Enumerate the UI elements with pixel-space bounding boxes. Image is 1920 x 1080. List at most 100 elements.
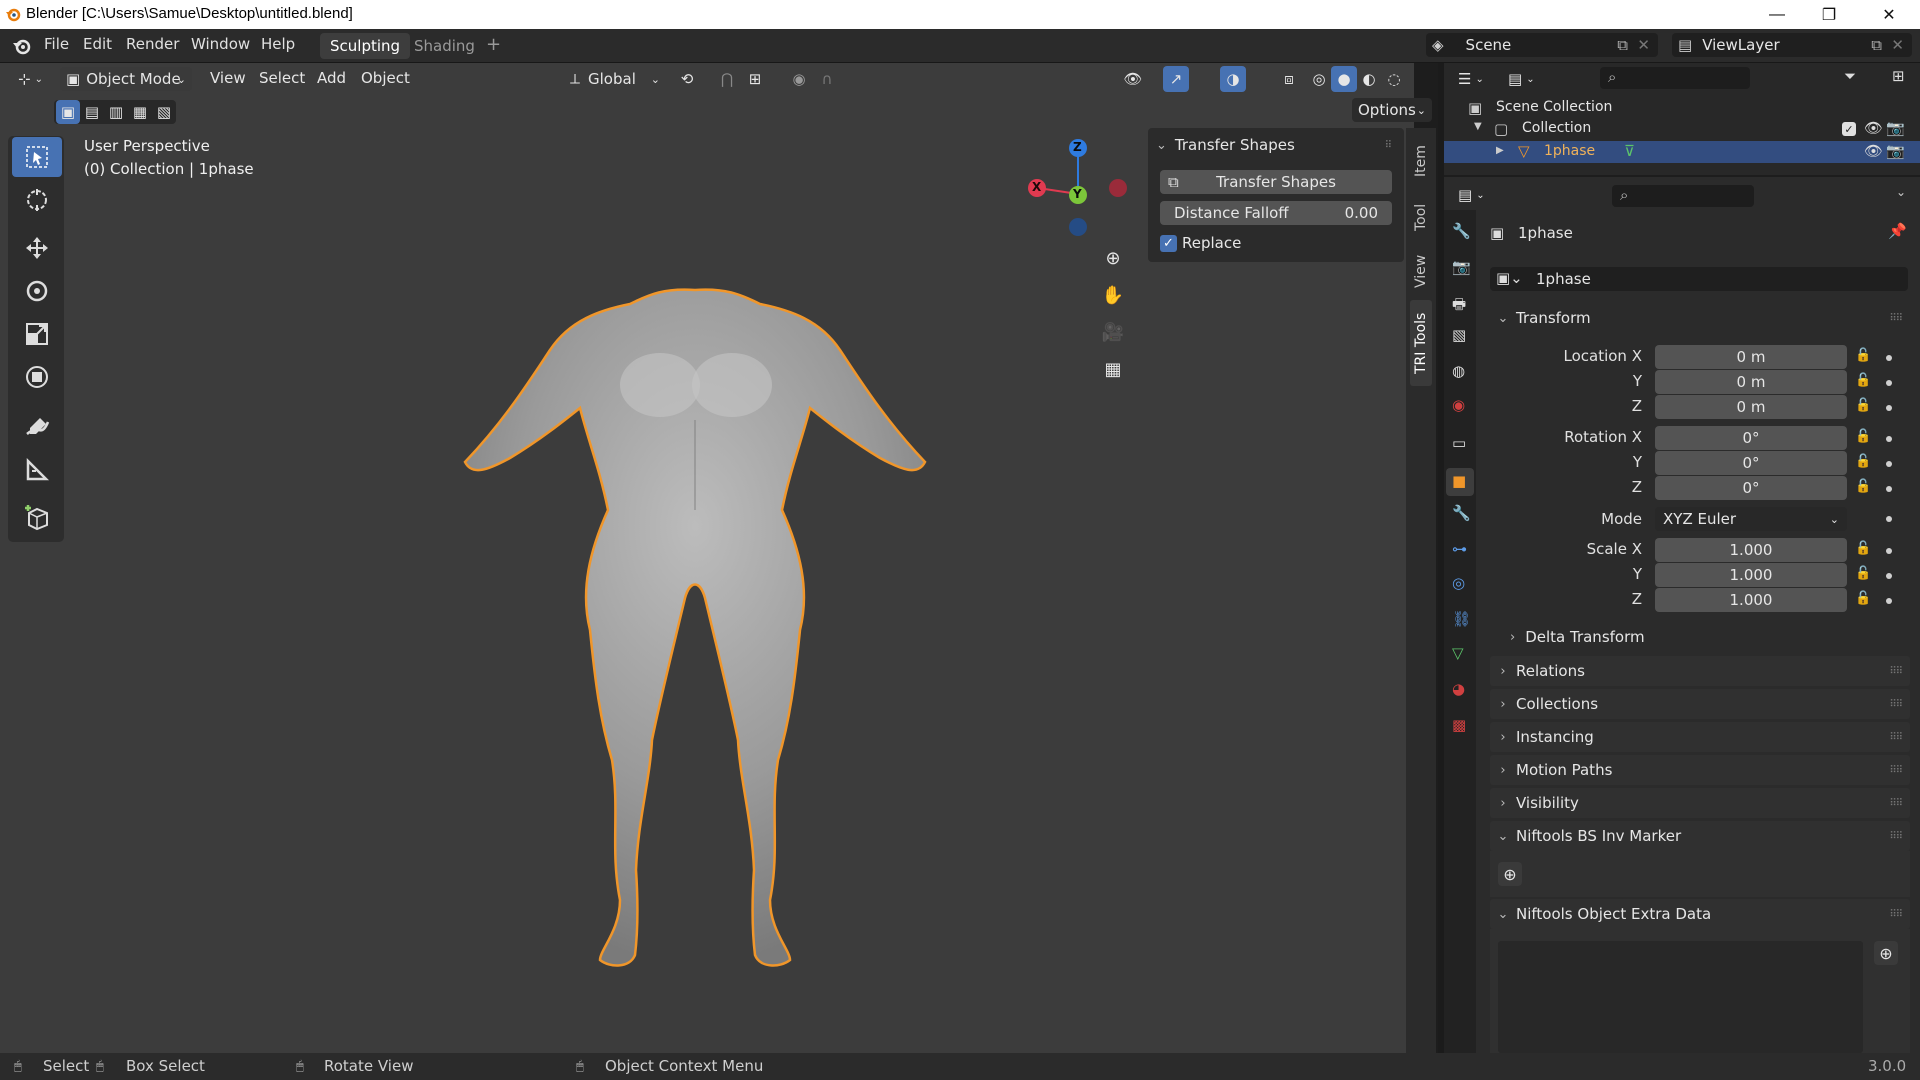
overlay-toggle-icon[interactable]: ◑ <box>1220 66 1246 92</box>
menu-window[interactable]: Window <box>191 35 250 53</box>
replace-checkbox[interactable]: ✓ <box>1160 235 1177 252</box>
outliner-editor-type[interactable]: ☰ ⌄ <box>1452 67 1494 91</box>
select-extend-icon[interactable]: ▤ <box>80 100 104 124</box>
drag-grip-icon[interactable]: ⠿⠿ <box>1889 909 1903 920</box>
editor-type-dropdown[interactable]: ⊹ ⌄ <box>12 67 52 91</box>
collection-label[interactable]: Collection <box>1522 120 1591 136</box>
xray-icon[interactable]: ⧈ <box>1276 66 1302 92</box>
pan-hand-icon[interactable]: ✋ <box>1098 280 1128 310</box>
keyframe-dot-icon[interactable] <box>1886 598 1892 604</box>
properties-editor-type[interactable]: ▤ ⌄ <box>1452 183 1494 207</box>
pivot-point-icon[interactable]: ⟲ <box>674 66 700 92</box>
keyframe-dot-icon[interactable] <box>1886 516 1892 522</box>
blender-menu-icon[interactable] <box>12 36 32 56</box>
instancing-section[interactable]: › Instancing ⠿⠿ <box>1490 722 1910 752</box>
expand-collection-icon[interactable]: ▼ <box>1474 121 1482 132</box>
lock-icon[interactable]: 🔓 <box>1855 348 1871 363</box>
collection-exclude-checkbox[interactable]: ✓ <box>1842 122 1856 136</box>
select-intersect-icon[interactable]: ▧ <box>152 100 176 124</box>
location-x-field[interactable]: 0 m <box>1655 345 1847 369</box>
gizmo-toggle-icon[interactable]: ↗ <box>1163 66 1189 92</box>
world-properties-icon[interactable]: ◉ <box>1452 396 1465 414</box>
transform-section-header[interactable]: ⌄ Transform ⠿⠿ <box>1490 303 1910 333</box>
lock-icon[interactable]: 🔓 <box>1855 479 1871 494</box>
keyframe-dot-icon[interactable] <box>1886 380 1892 386</box>
proportional-edit-icon[interactable]: ◉ <box>786 66 812 92</box>
distance-falloff-field[interactable]: Distance Falloff 0.00 <box>1160 201 1392 225</box>
wireframe-shading-icon[interactable]: ◎ <box>1306 66 1332 92</box>
cursor-tool-icon[interactable] <box>12 180 62 220</box>
lock-icon[interactable]: 🔓 <box>1855 398 1871 413</box>
object-name-field[interactable]: ▣⌄ 1phase <box>1490 267 1908 291</box>
add-marker-icon[interactable]: ⊕ <box>1498 862 1522 886</box>
data-properties-icon[interactable]: ▽ <box>1452 644 1464 662</box>
options-dropdown[interactable]: Options ⌄ <box>1352 98 1432 122</box>
menu-object[interactable]: Object <box>361 69 410 87</box>
add-extra-data-icon[interactable]: ⊕ <box>1874 941 1898 965</box>
keyframe-dot-icon[interactable] <box>1886 405 1892 411</box>
rotation-mode-dropdown[interactable]: XYZ Euler ⌄ <box>1655 507 1847 531</box>
minimize-button[interactable]: — <box>1754 0 1800 29</box>
properties-search-input[interactable]: ⌕ <box>1612 185 1754 207</box>
extra-data-list[interactable] <box>1498 941 1863 1053</box>
keyframe-dot-icon[interactable] <box>1886 548 1892 554</box>
outliner-row-1phase[interactable] <box>1444 141 1920 163</box>
drag-grip-icon[interactable]: ⠿⠿ <box>1889 831 1903 842</box>
add-cube-tool-icon[interactable] <box>12 497 62 537</box>
tab-tri-tools[interactable]: TRI Tools <box>1410 300 1432 386</box>
delete-viewlayer-icon[interactable]: ✕ <box>1891 36 1904 54</box>
keyframe-dot-icon[interactable] <box>1886 436 1892 442</box>
scale-z-field[interactable]: 1.000 <box>1655 588 1847 612</box>
rotate-tool-icon[interactable] <box>12 271 62 311</box>
drag-grip-icon[interactable]: ⠿⠿ <box>1889 313 1903 324</box>
lock-icon[interactable]: 🔓 <box>1855 566 1871 581</box>
keyframe-dot-icon[interactable] <box>1886 461 1892 467</box>
outliner-search-input[interactable]: ⌕ <box>1600 67 1750 89</box>
select-subtract-icon[interactable]: ▥ <box>104 100 128 124</box>
location-y-field[interactable]: 0 m <box>1655 370 1847 394</box>
menu-select[interactable]: Select <box>259 69 305 87</box>
restore-button[interactable]: ❐ <box>1806 0 1852 29</box>
lock-icon[interactable]: 🔓 <box>1855 591 1871 606</box>
scale-y-field[interactable]: 1.000 <box>1655 563 1847 587</box>
tab-view[interactable]: View <box>1410 246 1432 296</box>
move-tool-icon[interactable] <box>12 228 62 268</box>
close-button[interactable]: ✕ <box>1866 0 1912 29</box>
transform-tool-icon[interactable] <box>12 357 62 397</box>
material-shading-icon[interactable]: ◐ <box>1356 66 1382 92</box>
view-layer-icon[interactable]: ▧ <box>1452 326 1466 344</box>
add-workspace-button[interactable]: + <box>476 33 511 59</box>
collection-properties-icon[interactable]: ▭ <box>1452 434 1466 452</box>
visibility-icon[interactable]: 👁 <box>1120 66 1146 92</box>
render-properties-icon[interactable]: 📷 <box>1452 258 1471 276</box>
display-mode-dropdown[interactable]: ▤ ⌄ <box>1502 67 1544 91</box>
drag-grip-icon[interactable]: ⠿⠿ <box>1889 765 1903 776</box>
select-invert-icon[interactable]: ▦ <box>128 100 152 124</box>
visibility-section[interactable]: › Visibility ⠿⠿ <box>1490 788 1910 818</box>
lock-icon[interactable]: 🔓 <box>1855 454 1871 469</box>
keyframe-dot-icon[interactable] <box>1886 355 1892 361</box>
snap-target-icon[interactable]: ⊞ <box>742 66 768 92</box>
scale-x-field[interactable]: 1.000 <box>1655 538 1847 562</box>
rotation-z-field[interactable]: 0° <box>1655 476 1847 500</box>
menu-help[interactable]: Help <box>261 35 295 53</box>
mode-dropdown[interactable]: ▣ Object Mode ⌄ <box>60 67 192 91</box>
select-box-tool-icon[interactable] <box>12 137 62 177</box>
solid-shading-icon[interactable]: ● <box>1331 66 1357 92</box>
lock-icon[interactable]: 🔓 <box>1855 373 1871 388</box>
rotation-y-field[interactable]: 0° <box>1655 451 1847 475</box>
render-camera-icon[interactable]: 📷 <box>1886 119 1905 137</box>
rotation-x-field[interactable]: 0° <box>1655 426 1847 450</box>
rendered-shading-icon[interactable]: ◌ <box>1381 66 1407 92</box>
tab-item[interactable]: Item <box>1410 136 1432 186</box>
drag-grip-icon[interactable]: ⠿⠿ <box>1889 798 1903 809</box>
particles-properties-icon[interactable]: ⊶ <box>1452 540 1467 558</box>
menu-edit[interactable]: Edit <box>83 35 112 53</box>
sculpt-mesh[interactable] <box>460 280 930 970</box>
scene-collection-label[interactable]: Scene Collection <box>1496 99 1612 115</box>
ortho-grid-icon[interactable]: ▦ <box>1098 354 1128 384</box>
drag-grip-icon[interactable]: ⠿⠿ <box>1889 666 1903 677</box>
tab-tool[interactable]: Tool <box>1410 192 1432 242</box>
falloff-icon[interactable]: ∩ <box>814 66 840 92</box>
transfer-shapes-button[interactable]: ⧉ Transfer Shapes <box>1160 170 1392 194</box>
